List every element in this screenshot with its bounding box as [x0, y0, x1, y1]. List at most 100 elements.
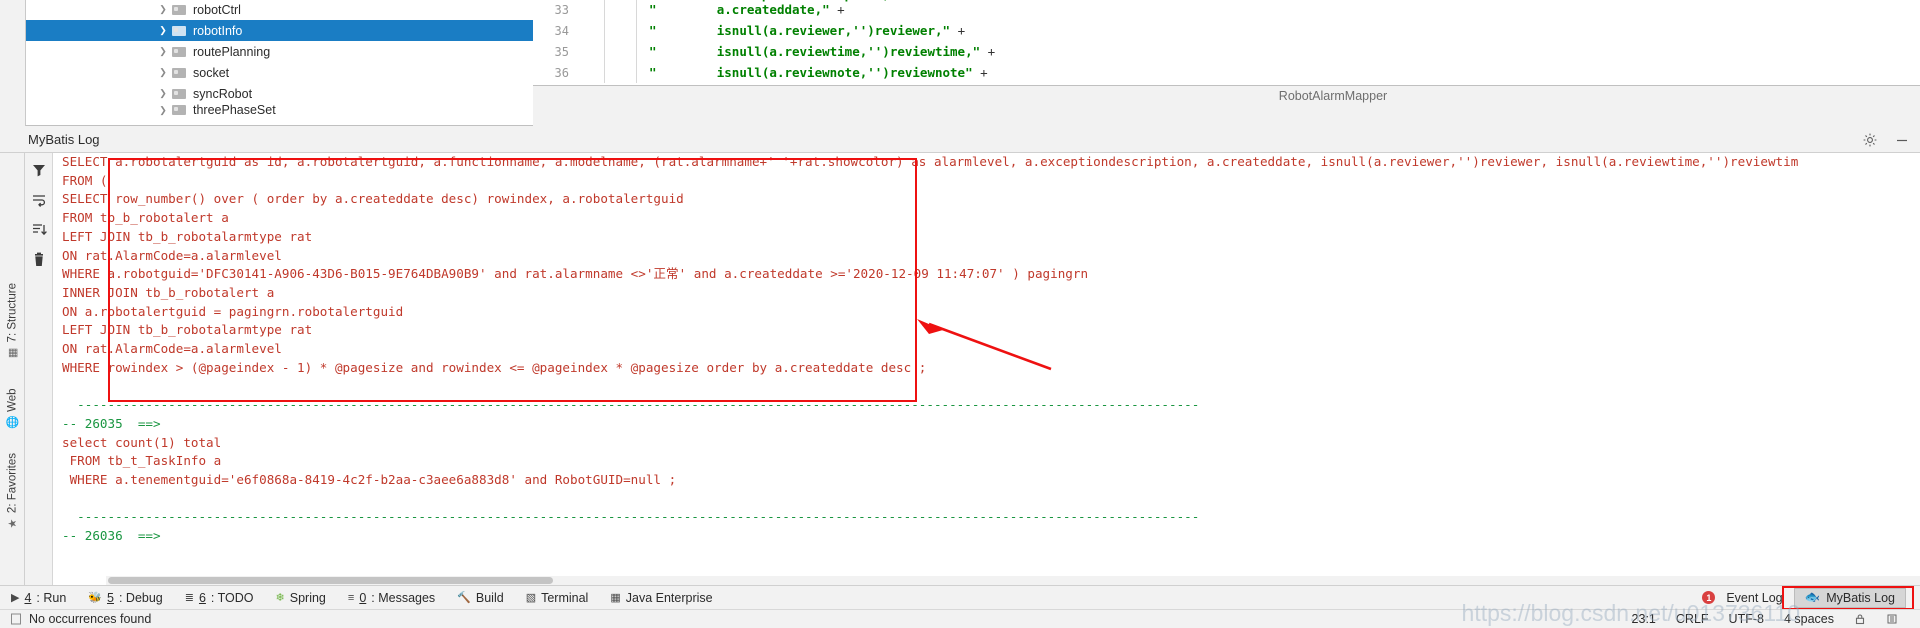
top-section: ❯ service ❯ robotCtrl ❯ robotInfo ❯ rout… [0, 0, 1920, 129]
tool-window-label: Java Enterprise [625, 590, 713, 605]
sidebar-tab-favorites[interactable]: ★ 2: Favorites [2, 453, 23, 530]
tool-window-messages[interactable]: ≡ 0: Messages [337, 586, 446, 610]
code-quote: " [649, 65, 657, 80]
tree-item-label: routePlanning [193, 44, 271, 59]
code-string: isnull(a.reviewnote,'')reviewnote" [656, 65, 981, 80]
structure-icon: ▦ [6, 347, 19, 360]
gutter-gap [581, 62, 605, 83]
gutter-gap2 [605, 41, 637, 62]
tool-window-spring[interactable]: ❄ Spring [265, 586, 337, 610]
line-separator[interactable]: CRLF [1676, 612, 1709, 626]
tool-window-java-enterprise[interactable]: ▦ Java Enterprise [599, 586, 723, 610]
tool-window-shortcut: 4 [24, 590, 32, 605]
scroll-to-end-icon[interactable] [30, 221, 48, 239]
folder-icon [172, 88, 187, 100]
tool-window-label: : Run [36, 590, 67, 605]
tree-item-robotctrl[interactable]: ❯ robotCtrl [26, 0, 533, 20]
inspection-icon[interactable] [1886, 613, 1898, 625]
chevron-right-icon[interactable]: ❯ [156, 89, 170, 98]
tree-item-routeplanning[interactable]: ❯ routePlanning [26, 41, 533, 62]
tree-item-robotinfo[interactable]: ❯ robotInfo [26, 20, 533, 41]
gutter-gap2 [605, 62, 637, 83]
minimize-icon[interactable] [1894, 132, 1910, 148]
clear-all-icon[interactable] [30, 251, 48, 269]
folder-icon [172, 67, 187, 79]
tool-window-label: Build [475, 590, 504, 605]
code-line: 35 " isnull(a.reviewtime,'')reviewtime,"… [533, 41, 1920, 62]
folder-icon [172, 4, 187, 16]
panel-title: MyBatis Log [28, 132, 100, 147]
tool-window-label: Spring [289, 590, 326, 605]
log-line: INNER JOIN tb_b_robotalert a [62, 284, 275, 300]
soft-wrap-icon[interactable] [30, 191, 48, 209]
tool-window-shortcut: 0 [359, 590, 367, 605]
tool-window-label: : Debug [118, 590, 163, 605]
tree-item-label: syncRobot [193, 86, 253, 101]
messages-icon: ≡ [347, 591, 355, 604]
chevron-right-icon[interactable]: ❯ [156, 105, 170, 115]
log-line: FROM ( [62, 172, 108, 188]
lock-icon[interactable] [1854, 613, 1866, 625]
tool-window-terminal[interactable]: ▧ Terminal [515, 586, 600, 610]
tool-window-run[interactable]: ▶ 4 : Run [0, 586, 77, 610]
tool-window-label: Event Log [1726, 590, 1783, 605]
tool-window-build[interactable]: 🔨 Build [446, 586, 515, 610]
code-operator: + [980, 65, 988, 80]
log-line: WHERE rowindex > (@pageindex - 1) * @pag… [62, 359, 927, 375]
log-line: ON a.robotalertguid = pagingrn.robotaler… [62, 303, 404, 319]
tool-window-event-log[interactable]: 1 Event Log [1691, 586, 1793, 610]
tool-window-mybatis-log[interactable]: 🐟 MyBatis Log [1793, 587, 1906, 608]
horizontal-scrollbar[interactable] [106, 576, 1920, 585]
chevron-right-icon[interactable]: ❯ [156, 5, 170, 14]
tool-window-todo[interactable]: ≣ 6: TODO [174, 586, 265, 610]
mybatis-icon: 🐟 [1804, 590, 1821, 604]
chevron-right-icon[interactable]: ❯ [156, 68, 170, 77]
todo-icon: ≣ [184, 592, 194, 604]
tree-item-label: robotInfo [193, 23, 243, 38]
status-info-group: 23:1 CRLF UTF-8 4 spaces [1632, 612, 1920, 626]
folder-icon [172, 46, 187, 58]
editor-breadcrumb[interactable]: RobotAlarmMapper [533, 86, 1920, 107]
scrollbar-thumb[interactable] [108, 577, 553, 584]
caret-position[interactable]: 23:1 [1632, 612, 1656, 626]
folder-icon [172, 104, 187, 116]
chevron-right-icon[interactable]: ❯ [156, 26, 170, 35]
toolbar-right-group: 1 Event Log 🐟 MyBatis Log [1691, 586, 1920, 610]
tool-window-debug[interactable]: 🐝 5: Debug [77, 586, 173, 610]
tree-item-syncrobot[interactable]: ❯ syncRobot [26, 83, 533, 104]
panel-actions [1862, 132, 1910, 148]
file-encoding[interactable]: UTF-8 [1729, 612, 1764, 626]
tree-item-socket[interactable]: ❯ socket [26, 62, 533, 83]
panel-header: MyBatis Log [0, 129, 1920, 153]
sidebar-tab-web[interactable]: 🌐 Web [2, 388, 23, 429]
log-line: WHERE a.robotguid='DFC30141-A906-43D6-B0… [62, 266, 1089, 282]
gear-icon[interactable] [1862, 132, 1878, 148]
star-icon: ★ [6, 518, 19, 531]
sidebar-tab-structure[interactable]: ▦ 7: Structure [2, 283, 23, 359]
tree-item-label: threePhaseSet [193, 104, 276, 116]
indent-setting[interactable]: 4 spaces [1784, 612, 1834, 626]
run-icon: ▶ [11, 592, 20, 604]
log-line-divider: ----------------------------------------… [62, 397, 1200, 413]
project-tree-panel[interactable]: ❯ service ❯ robotCtrl ❯ robotInfo ❯ rout… [25, 0, 533, 126]
status-message: No occurrences found [29, 612, 152, 626]
filter-icon[interactable] [30, 161, 48, 179]
code-operator: + [837, 2, 845, 17]
chevron-right-icon[interactable]: ❯ [156, 47, 170, 56]
log-line: ON rat.AlarmCode=a.alarmlevel [62, 341, 282, 357]
left-tool-strip: ▦ 7: Structure 🌐 Web ★ 2: Favorites [0, 153, 25, 585]
line-number: 32 [533, 0, 581, 1]
tree-item-label: service [193, 0, 233, 1]
log-line-comment: -- 26035 ==> [62, 415, 161, 431]
log-line: LEFT JOIN tb_b_robotalarmtype rat [62, 322, 313, 338]
code-quote: " [649, 23, 657, 38]
line-number: 35 [554, 44, 569, 59]
log-line: SELECT row_number() over ( order by a.cr… [62, 191, 684, 207]
line-number: 36 [554, 65, 569, 80]
tree-item-threephaseset[interactable]: ❯ threePhaseSet [26, 104, 533, 116]
line-number: 34 [554, 23, 569, 38]
log-content[interactable]: SELECT a.robotalertguid as id, a.robotal… [53, 153, 1920, 585]
log-line-comment: -- 26036 ==> [62, 528, 161, 544]
tool-window-shortcut: 6 [198, 590, 206, 605]
